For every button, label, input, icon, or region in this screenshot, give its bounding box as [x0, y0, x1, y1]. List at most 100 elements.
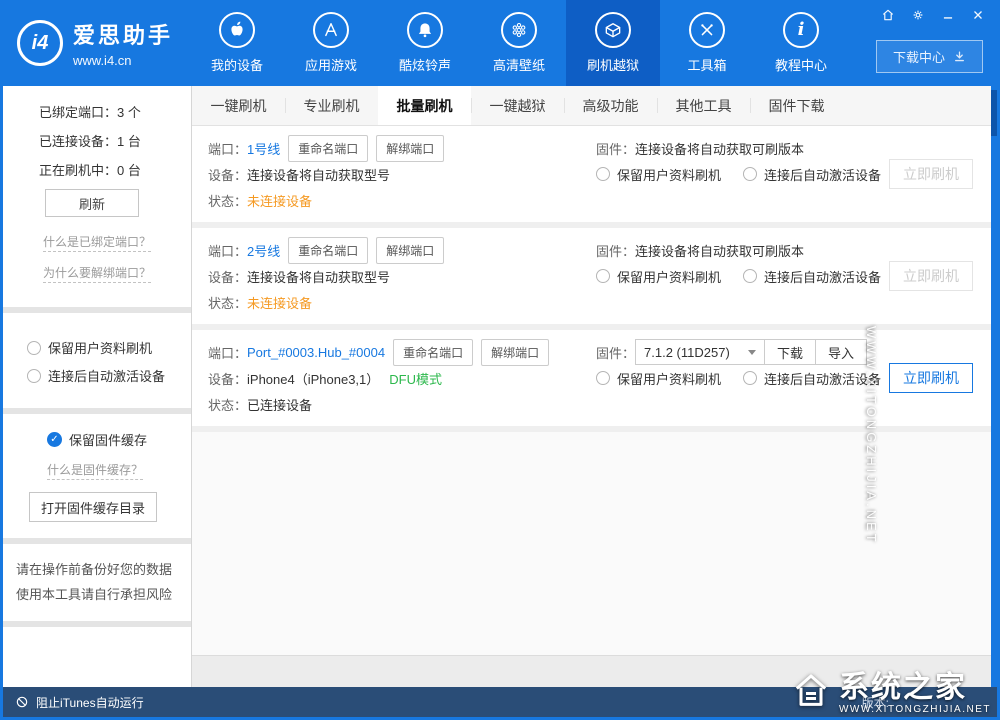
window-controls: [879, 6, 987, 24]
tab-bar: 一键刷机 专业刷机 批量刷机 一键越狱 高级功能 其他工具 固件下载: [192, 86, 997, 126]
radio-icon[interactable]: [27, 369, 41, 383]
dfu-mode-badge: DFU模式: [389, 369, 442, 388]
nav-label: 酷炫铃声: [399, 55, 451, 74]
main-panel: 一键刷机 专业刷机 批量刷机 一键越狱 高级功能 其他工具 固件下载 端口： 1…: [192, 86, 997, 687]
wallpaper-icon: [501, 12, 537, 48]
appstore-icon: [313, 12, 349, 48]
device-row-3: 端口： Port_#0003.Hub_#0004 重命名端口 解绑端口 设备： …: [192, 330, 997, 432]
sidebar-filler: [3, 627, 191, 687]
row-left-column: 端口： Port_#0003.Hub_#0004 重命名端口 解绑端口 设备： …: [208, 339, 596, 417]
stat-bound-ports: 已绑定端口：3 个: [39, 102, 183, 121]
row-option-auto-activate[interactable]: 连接后自动激活设备: [743, 267, 881, 286]
scrollbar-thumb[interactable]: [991, 90, 997, 136]
option-label: 保留用户资料刷机: [617, 369, 721, 388]
option-keep-user-data[interactable]: 保留用户资料刷机: [27, 338, 183, 357]
rename-port-button[interactable]: 重命名端口: [393, 339, 473, 366]
sidebar: 已绑定端口：3 个 已连接设备：1 台 正在刷机中：0 台 刷新 什么是已绑定端…: [3, 86, 192, 687]
nav-item-wallpapers[interactable]: 高清壁纸: [472, 0, 566, 86]
tab-firmware-download[interactable]: 固件下载: [750, 86, 843, 125]
refresh-button[interactable]: 刷新: [45, 189, 139, 217]
tab-one-click-flash[interactable]: 一键刷机: [192, 86, 285, 125]
nav-item-ringtones[interactable]: 酷炫铃声: [378, 0, 472, 86]
rename-port-button[interactable]: 重命名端口: [288, 135, 368, 162]
option-auto-activate[interactable]: 连接后自动激活设备: [27, 366, 183, 385]
option-label: 保留用户资料刷机: [48, 338, 152, 357]
gear-icon[interactable]: [909, 6, 927, 24]
tab-advanced[interactable]: 高级功能: [564, 86, 657, 125]
option-label: 连接后自动激活设备: [764, 267, 881, 286]
row-action-column: 立即刷机: [879, 339, 983, 417]
block-itunes-toggle[interactable]: 阻止iTunes自动运行: [3, 694, 193, 711]
version-text: 版本:: [862, 694, 889, 711]
home-icon[interactable]: [879, 6, 897, 24]
unbind-port-button[interactable]: 解绑端口: [376, 237, 444, 264]
help-link-firmware-cache[interactable]: 什么是固件缓存？: [47, 461, 143, 480]
minimize-icon[interactable]: [939, 6, 957, 24]
radio-icon[interactable]: [743, 371, 757, 385]
nav-item-my-devices[interactable]: 我的设备: [190, 0, 284, 86]
status-bar: 阻止iTunes自动运行 版本:: [3, 687, 997, 717]
row-option-auto-activate[interactable]: 连接后自动激活设备: [743, 165, 881, 184]
row-option-keep-user-data[interactable]: 保留用户资料刷机: [596, 165, 721, 184]
flash-now-button[interactable]: 立即刷机: [889, 363, 973, 393]
nav-item-apps-games[interactable]: 应用游戏: [284, 0, 378, 86]
sidebar-warning: 请在操作前备份好您的数据 使用本工具请自行承担风险: [3, 544, 191, 621]
row-action-column: 立即刷机: [879, 135, 983, 213]
option-label: 保留用户资料刷机: [617, 165, 721, 184]
firmware-select[interactable]: 7.1.2 (11D257): [635, 339, 765, 365]
port-link[interactable]: 2号线: [247, 241, 280, 260]
device-value: 连接设备将自动获取型号: [247, 165, 390, 184]
device-label: 设备：: [208, 165, 247, 184]
content-empty-area: [192, 432, 997, 655]
unbind-port-button[interactable]: 解绑端口: [376, 135, 444, 162]
status-label: 状态：: [208, 293, 247, 312]
main-nav: 我的设备 应用游戏 酷炫铃声 高清壁纸: [190, 0, 848, 86]
radio-icon[interactable]: [596, 371, 610, 385]
device-row-2: 端口： 2号线 重命名端口 解绑端口 设备： 连接设备将自动获取型号 状态： 未…: [192, 228, 997, 330]
port-link[interactable]: Port_#0003.Hub_#0004: [247, 345, 385, 360]
open-cache-dir-button[interactable]: 打开固件缓存目录: [29, 492, 157, 522]
radio-icon[interactable]: [743, 269, 757, 283]
nav-item-flash-jailbreak[interactable]: 刷机越狱: [566, 0, 660, 86]
help-link-unbind-port[interactable]: 为什么要解绑端口？: [43, 264, 151, 283]
radio-icon[interactable]: [596, 269, 610, 283]
status-label: 状态：: [208, 191, 247, 210]
help-link-bound-port[interactable]: 什么是已绑定端口？: [43, 233, 151, 252]
firmware-label: 固件：: [596, 241, 635, 260]
option-keep-firmware-cache[interactable]: 保留固件缓存: [47, 430, 183, 449]
jailbreak-box-icon: [595, 12, 631, 48]
radio-icon[interactable]: [743, 167, 757, 181]
radio-icon[interactable]: [596, 167, 610, 181]
status-value: 未连接设备: [247, 293, 312, 312]
rename-port-button[interactable]: 重命名端口: [288, 237, 368, 264]
firmware-label: 固件：: [596, 139, 635, 158]
row-option-auto-activate[interactable]: 连接后自动激活设备: [743, 369, 881, 388]
nav-item-tutorials[interactable]: i 教程中心: [754, 0, 848, 86]
prohibit-icon: [15, 695, 29, 709]
tab-pro-flash[interactable]: 专业刷机: [285, 86, 378, 125]
port-link[interactable]: 1号线: [247, 139, 280, 158]
download-arrow-icon: [953, 50, 966, 63]
tab-batch-flash[interactable]: 批量刷机: [378, 86, 471, 125]
firmware-label: 固件：: [596, 343, 635, 362]
app-body: 已绑定端口：3 个 已连接设备：1 台 正在刷机中：0 台 刷新 什么是已绑定端…: [3, 86, 997, 687]
vertical-scrollbar[interactable]: [991, 86, 997, 687]
close-icon[interactable]: [969, 6, 987, 24]
tab-other-tools[interactable]: 其他工具: [657, 86, 750, 125]
firmware-download-button[interactable]: 下载: [764, 339, 816, 365]
option-label: 保留固件缓存: [69, 430, 147, 449]
option-label: 连接后自动激活设备: [764, 165, 881, 184]
nav-item-toolbox[interactable]: 工具箱: [660, 0, 754, 86]
row-option-keep-user-data[interactable]: 保留用户资料刷机: [596, 267, 721, 286]
nav-label: 教程中心: [775, 55, 827, 74]
checked-circle-icon[interactable]: [47, 432, 62, 447]
unbind-port-button[interactable]: 解绑端口: [481, 339, 549, 366]
port-label: 端口：: [208, 241, 247, 260]
firmware-import-button[interactable]: 导入: [815, 339, 867, 365]
row-firmware-column: 固件： 连接设备将自动获取可刷版本 保留用户资料刷机 连接后自动激活设备: [596, 135, 879, 213]
radio-icon[interactable]: [27, 341, 41, 355]
row-option-keep-user-data[interactable]: 保留用户资料刷机: [596, 369, 721, 388]
tab-one-click-jailbreak[interactable]: 一键越狱: [471, 86, 564, 125]
status-label: 状态：: [208, 395, 247, 414]
download-center-button[interactable]: 下载中心: [876, 40, 983, 73]
